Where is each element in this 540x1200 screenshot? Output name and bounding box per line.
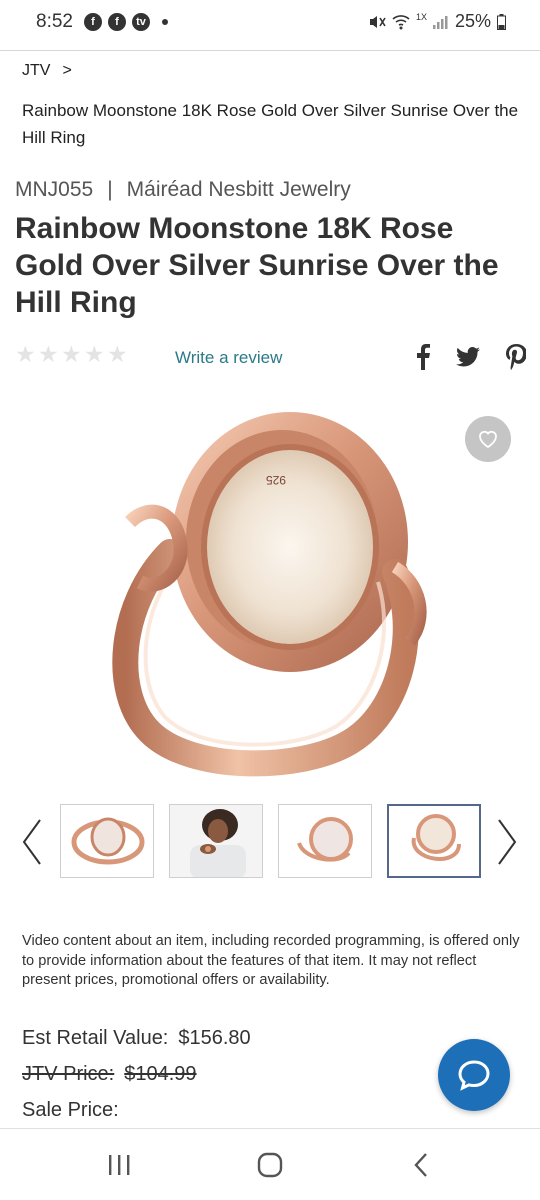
system-status: 1X 25%	[368, 11, 506, 32]
header-divider	[0, 50, 540, 51]
star-icon: ★	[107, 341, 128, 367]
thumbnail-carousel	[0, 800, 540, 882]
system-nav-bar	[0, 1130, 540, 1200]
product-main-image[interactable]: 925	[0, 392, 540, 792]
back-button[interactable]	[401, 1150, 441, 1180]
sale-price: Sale Price:	[22, 1099, 129, 1122]
home-icon	[257, 1152, 283, 1178]
recent-apps-button[interactable]	[99, 1150, 139, 1180]
engraving-925: 925	[266, 473, 286, 487]
jtv-price-value: $104.99	[124, 1063, 197, 1085]
product-meta: MNJ055 | Máiréad Nesbitt Jewelry	[15, 178, 351, 202]
favorite-button[interactable]	[465, 416, 511, 462]
signal-icon	[432, 15, 448, 29]
battery-percent: 25%	[454, 11, 491, 31]
est-retail-value: Est Retail Value: $156.80	[22, 1027, 251, 1050]
thumbnail-ring-front[interactable]	[60, 804, 154, 878]
network-tag: 1X	[415, 11, 427, 22]
facebook-icon[interactable]	[416, 344, 430, 370]
battery-icon	[497, 13, 506, 30]
product-sku: MNJ055	[15, 178, 94, 201]
product-title: Rainbow Moonstone 18K Rose Gold Over Sil…	[15, 212, 499, 319]
back-icon	[414, 1153, 427, 1177]
carousel-prev-arrow-icon[interactable]	[20, 818, 44, 866]
chat-bubble-icon	[458, 1060, 490, 1091]
est-retail-price: $156.80	[178, 1027, 251, 1049]
jtv-price: JTV Price: $104.99	[22, 1063, 197, 1086]
tv-icon: tv	[132, 13, 150, 31]
breadcrumb: JTV >	[22, 62, 72, 80]
thumbnail-model[interactable]	[169, 804, 263, 878]
nav-divider	[0, 1128, 540, 1129]
home-button[interactable]	[250, 1150, 290, 1180]
write-review-link[interactable]: Write a review	[175, 348, 282, 368]
carousel-next-arrow-icon[interactable]	[495, 818, 519, 866]
jtv-price-label: JTV Price:	[22, 1063, 115, 1085]
mute-icon	[369, 15, 386, 28]
heart-icon	[479, 430, 497, 448]
status-time: 8:52	[36, 11, 73, 32]
star-icon: ★	[38, 341, 59, 367]
notification-icons: f f tv	[84, 13, 168, 31]
breadcrumb-separator: >	[62, 62, 72, 79]
status-bar: 8:52 f f tv 1X 25%	[0, 0, 540, 46]
product-brand-link[interactable]: Máiréad Nesbitt Jewelry	[127, 178, 351, 201]
est-retail-label: Est Retail Value:	[22, 1027, 169, 1049]
recent-apps-icon	[109, 1155, 130, 1175]
breadcrumb-root-link[interactable]: JTV	[22, 62, 50, 80]
star-icon: ★	[84, 341, 105, 367]
star-icon: ★	[15, 341, 36, 367]
thumbnail-ring-side[interactable]	[278, 804, 372, 878]
facebook-icon: f	[108, 13, 126, 31]
chat-button[interactable]	[438, 1039, 510, 1111]
more-dot-icon	[162, 19, 168, 25]
meta-separator: |	[107, 178, 113, 201]
star-icon: ★	[61, 341, 82, 367]
rating-stars: ★ ★ ★ ★ ★	[15, 341, 129, 367]
thumbnail-ring-back[interactable]	[387, 804, 481, 878]
video-disclaimer: Video content about an item, including r…	[22, 933, 520, 988]
facebook-icon: f	[84, 13, 102, 31]
social-share	[416, 344, 526, 370]
sale-price-label: Sale Price:	[22, 1099, 119, 1121]
pinterest-icon[interactable]	[506, 344, 526, 370]
twitter-icon[interactable]	[456, 347, 480, 367]
breadcrumb-current: Rainbow Moonstone 18K Rose Gold Over Sil…	[22, 101, 519, 147]
wifi-icon	[392, 14, 410, 29]
